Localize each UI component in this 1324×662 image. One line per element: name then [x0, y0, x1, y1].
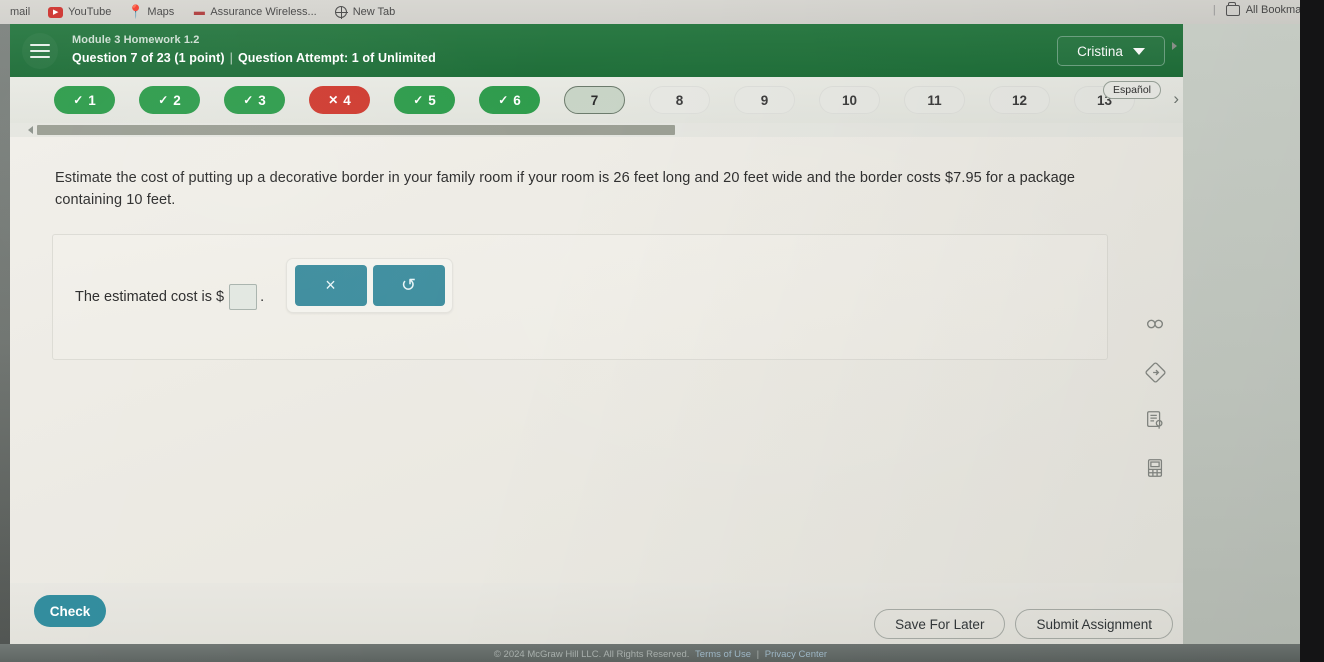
bookmark-mail[interactable]: mail	[0, 6, 30, 19]
meta-separator: |	[229, 51, 233, 66]
check-icon: ✓	[413, 93, 424, 107]
hamburger-icon[interactable]	[22, 32, 58, 69]
pill-number: 2	[173, 92, 181, 108]
bookmark-maps[interactable]: 📍 Maps	[127, 4, 175, 19]
bookmark-label: Assurance Wireless...	[210, 6, 317, 18]
scroll-right-arrow-icon[interactable]	[1172, 42, 1177, 50]
pill-number: 4	[343, 92, 351, 108]
horizontal-scrollbar[interactable]	[10, 123, 1183, 137]
submit-assignment-button[interactable]: Submit Assignment	[1015, 609, 1173, 639]
question-pill-6[interactable]: ✓ 6	[479, 86, 540, 114]
maps-pin-icon: 📍	[127, 4, 144, 19]
question-pill-9[interactable]: 9	[734, 86, 795, 114]
bookmark-assurance-wireless[interactable]: ▬ Assurance Wireless...	[192, 6, 317, 19]
answer-panel: The estimated cost is $ . × ↺	[52, 233, 1108, 360]
pill-number: 5	[428, 92, 436, 108]
question-pill-2[interactable]: ✓ 2	[139, 86, 200, 114]
answer-tool-pad: × ↺	[286, 257, 453, 313]
scroll-left-arrow-icon[interactable]	[28, 126, 33, 134]
question-content-area: Estimate the cost of putting up a decora…	[10, 137, 1183, 649]
right-bezel	[1300, 0, 1324, 662]
pill-number: 12	[1011, 92, 1028, 108]
header-titles: Module 3 Homework 1.2 Question 7 of 23 (…	[72, 33, 436, 67]
privacy-center-link[interactable]: Privacy Center	[765, 649, 827, 660]
clear-button[interactable]: ×	[294, 264, 367, 306]
answer-statement: The estimated cost is $ .	[75, 283, 265, 310]
globe-icon	[335, 6, 349, 19]
question-pill-1[interactable]: ✓ 1	[54, 86, 115, 114]
question-pill-10[interactable]: 10	[819, 86, 880, 114]
calculator-icon[interactable]	[1138, 451, 1172, 485]
chevron-down-icon	[1132, 47, 1145, 55]
question-pill-list: ✓ 1 ✓ 2 ✓ 3 ✕ 4 ✓ 5 ✓ 6 7 8 9 10 11 12 13	[10, 77, 1183, 123]
right-screen-gutter	[1183, 24, 1300, 662]
check-button[interactable]: Check	[34, 595, 106, 627]
pill-number: 1	[88, 92, 96, 108]
question-pill-7[interactable]: 7	[564, 86, 625, 114]
question-attempt: Question Attempt: 1 of Unlimited	[237, 51, 436, 66]
app-header: Module 3 Homework 1.2 Question 7 of 23 (…	[10, 24, 1183, 77]
question-pill-5[interactable]: ✓ 5	[394, 86, 455, 114]
footer-copyright: © 2024 McGraw Hill LLC. All Rights Reser…	[0, 649, 1324, 660]
pill-number: 9	[760, 92, 769, 108]
copyright-text: © 2024 McGraw Hill LLC. All Rights Reser…	[493, 649, 690, 660]
bookmark-label: YouTube	[68, 6, 112, 18]
pill-number: 8	[675, 92, 684, 108]
folder-icon	[1225, 2, 1240, 16]
action-bar: Check Save For Later Submit Assignment	[10, 583, 1183, 649]
tool-icon-rail	[1135, 307, 1175, 485]
undo-button[interactable]: ↺	[372, 264, 445, 306]
check-icon: ✓	[158, 93, 169, 107]
bookmark-new-tab[interactable]: New Tab	[335, 6, 396, 19]
learning-app-viewport: Module 3 Homework 1.2 Question 7 of 23 (…	[10, 24, 1183, 662]
terms-of-use-link[interactable]: Terms of Use	[695, 649, 751, 660]
footer-divider: |	[756, 649, 760, 660]
question-pill-8[interactable]: 8	[649, 86, 710, 114]
answer-suffix-label: .	[260, 288, 265, 305]
question-meta: Question 7 of 23 (1 point) | Question Atte…	[72, 49, 436, 67]
pills-next-arrow-icon[interactable]: ›	[1173, 89, 1179, 109]
question-pill-12[interactable]: 12	[989, 86, 1050, 114]
user-name-label: Cristina	[1077, 43, 1123, 59]
submission-buttons: Save For Later Submit Assignment	[874, 609, 1173, 639]
left-screen-gutter	[0, 24, 10, 662]
question-prompt-text: Estimate the cost of putting up a decora…	[55, 170, 1076, 209]
question-position: Question 7 of 23 (1 point)	[72, 51, 225, 66]
mail-icon	[0, 6, 5, 19]
pill-number: 10	[841, 92, 858, 108]
browser-bookmarks-bar: mail ▶ YouTube 📍 Maps ▬ Assurance Wirele…	[0, 0, 1300, 24]
answer-prefix-label: The estimated cost is $	[75, 288, 225, 305]
pill-number: 11	[927, 92, 942, 108]
answer-input[interactable]	[229, 283, 258, 310]
pill-number: 7	[590, 92, 599, 108]
check-icon: ✓	[73, 93, 84, 107]
diamond-arrow-icon[interactable]	[1138, 355, 1172, 389]
course-title: Module 3 Homework 1.2	[72, 34, 200, 47]
user-menu-button[interactable]: Cristina	[1057, 36, 1165, 66]
check-icon: ✓	[498, 93, 509, 107]
pill-number: 3	[258, 92, 266, 108]
bookmark-youtube[interactable]: ▶ YouTube	[48, 6, 111, 18]
question-navigation-bar: ✓ 1 ✓ 2 ✓ 3 ✕ 4 ✓ 5 ✓ 6 7 8 9 10 11 12 13 Español ›	[10, 77, 1183, 123]
cross-icon: ✕	[328, 93, 339, 107]
pill-number: 6	[513, 92, 521, 108]
reference-note-icon[interactable]	[1138, 403, 1172, 437]
check-icon: ✓	[243, 93, 254, 107]
youtube-icon: ▶	[48, 6, 64, 18]
bookmark-label: Maps	[147, 6, 175, 18]
scrollbar-thumb[interactable]	[37, 125, 675, 135]
question-pill-11[interactable]: 11	[904, 86, 965, 114]
bookmark-divider: |	[1212, 4, 1216, 16]
question-pill-4[interactable]: ✕ 4	[309, 86, 370, 114]
dash-icon: ▬	[193, 6, 205, 18]
espanol-toggle-button[interactable]: Español	[1103, 81, 1161, 99]
infinity-icon[interactable]	[1138, 307, 1172, 341]
question-pill-3[interactable]: ✓ 3	[224, 86, 285, 114]
bookmark-label: mail	[10, 6, 31, 18]
bookmark-label: New Tab	[352, 6, 396, 18]
save-for-later-button[interactable]: Save For Later	[874, 609, 1006, 639]
